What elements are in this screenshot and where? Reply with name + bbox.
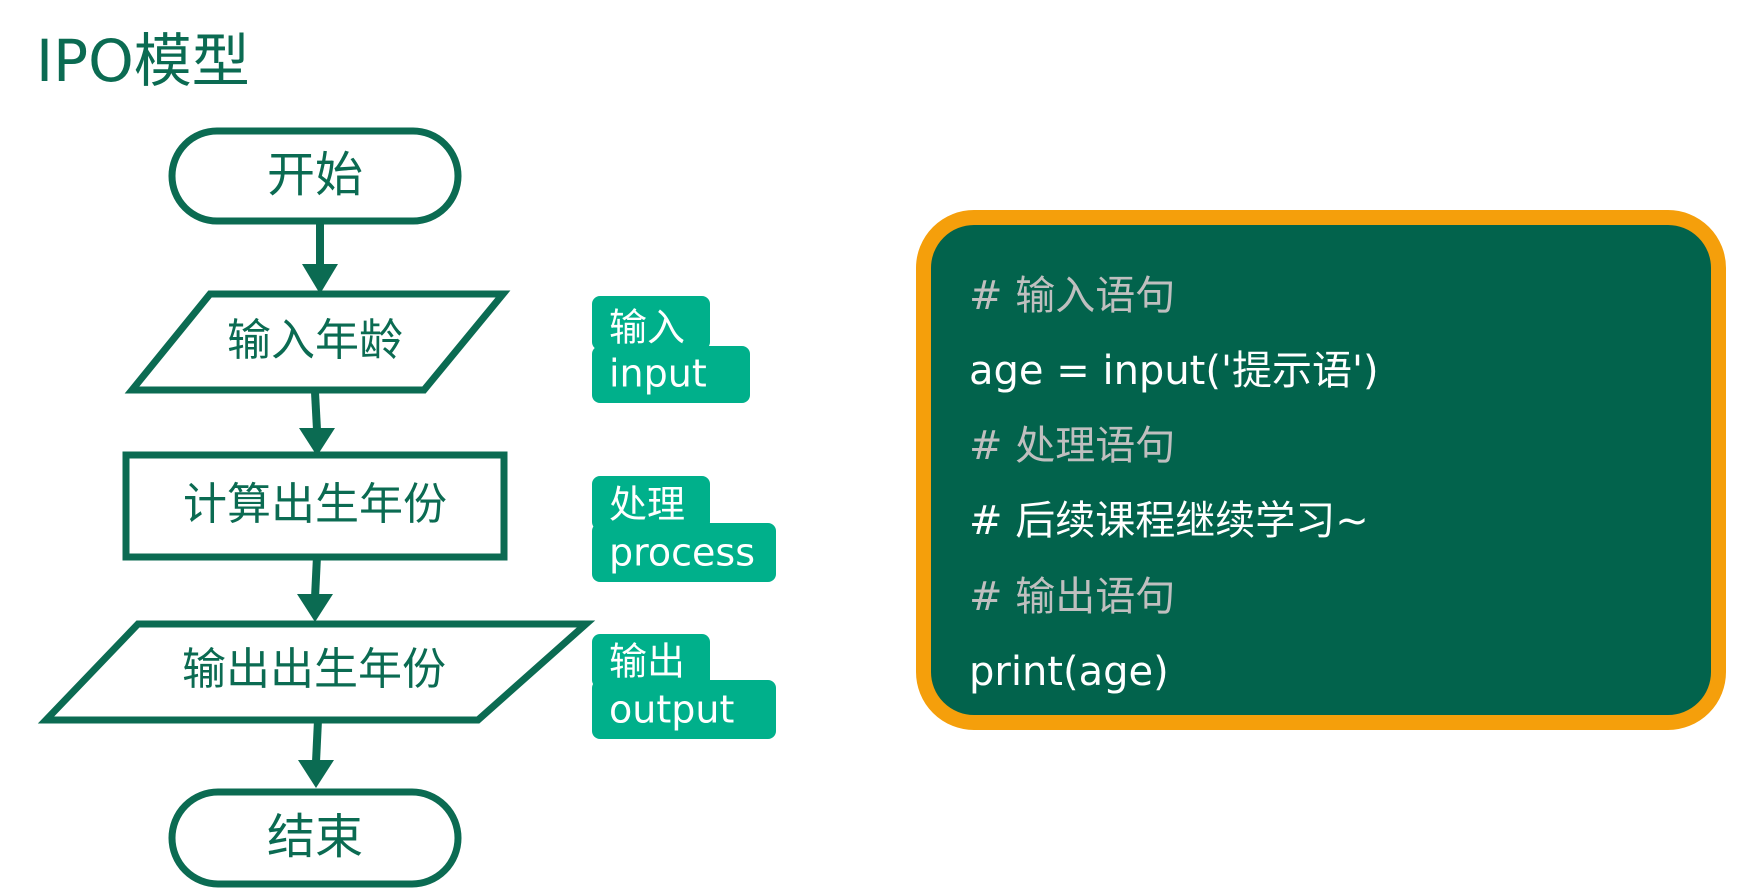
tag-process-en: process — [609, 531, 755, 575]
code-panel: # 输入语句 age = input('提示语') # 处理语句 # 后续课程继… — [916, 210, 1726, 730]
code-comment-output: # 输出语句 — [969, 574, 1176, 620]
tag-output: 输出 output — [592, 634, 776, 739]
output-step-label: 输出出生年份 — [182, 644, 446, 695]
arrow-input-to-process — [311, 391, 321, 431]
code-line-process: # 后续课程继续学习~ — [969, 498, 1369, 544]
tag-input: 输入 input — [592, 296, 750, 403]
code-line-output: print(age) — [969, 649, 1169, 695]
arrowhead-3 — [297, 594, 333, 622]
input-step-label: 输入年龄 — [227, 315, 403, 366]
code-comment-process: # 处理语句 — [969, 423, 1176, 469]
tag-process-cn: 处理 — [609, 483, 685, 527]
arrow-output-to-end — [312, 719, 322, 763]
tag-input-en: input — [609, 352, 707, 396]
tag-process: 处理 process — [592, 476, 776, 582]
tag-output-en: output — [609, 688, 734, 732]
arrow-process-to-output — [311, 555, 321, 599]
start-label: 开始 — [267, 147, 363, 203]
tag-output-cn: 输出 — [609, 640, 685, 684]
tag-input-cn: 输入 — [609, 306, 685, 350]
arrowhead-1 — [302, 264, 338, 294]
code-line-input: age = input('提示语') — [969, 348, 1379, 394]
end-label: 结束 — [267, 809, 363, 865]
process-step-label: 计算出生年份 — [183, 479, 447, 530]
arrowhead-4 — [298, 760, 334, 788]
code-comment-input: # 输入语句 — [969, 273, 1176, 319]
